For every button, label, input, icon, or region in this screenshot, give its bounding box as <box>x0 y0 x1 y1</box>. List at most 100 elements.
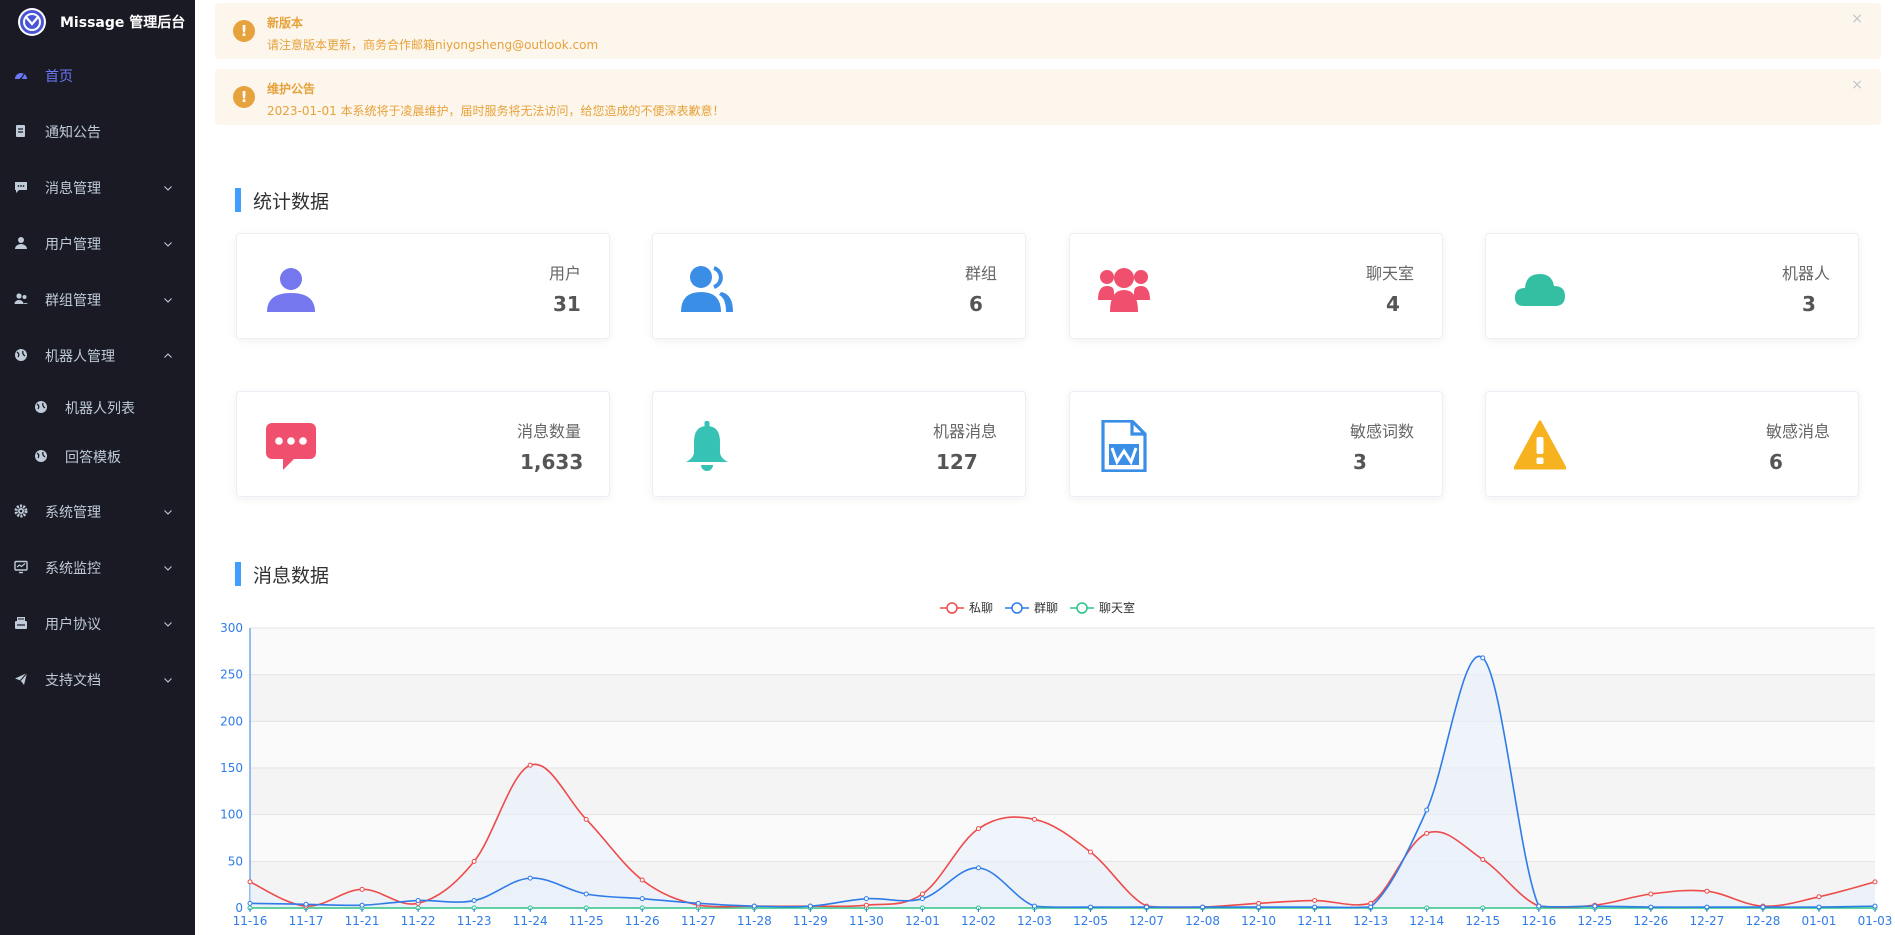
sidebar-item-label: 消息管理 <box>45 181 101 197</box>
legend-label[interactable]: 聊天室 <box>1099 600 1135 615</box>
agreement-icon <box>14 616 28 630</box>
stat-card[interactable]: 消息数量 1,633 <box>236 391 610 497</box>
chart-band <box>250 721 1875 768</box>
data-point[interactable] <box>639 896 645 902</box>
legend-label[interactable]: 私聊 <box>969 601 993 615</box>
sidebar-item-label: 机器人管理 <box>45 349 115 365</box>
data-point[interactable] <box>1424 830 1430 836</box>
data-point[interactable] <box>583 816 589 822</box>
cloud-icon <box>1514 262 1566 314</box>
user-icon <box>265 262 317 314</box>
sidebar-item-10[interactable]: 用户协议 <box>0 603 195 643</box>
data-point[interactable] <box>1031 903 1037 909</box>
data-point[interactable] <box>1872 879 1878 885</box>
data-point[interactable] <box>1312 898 1318 904</box>
brand[interactable]: Missage 管理后台 <box>18 7 185 37</box>
data-point[interactable] <box>639 877 645 883</box>
sidebar-item-11[interactable]: 支持文档 <box>0 659 195 699</box>
sidebar-item-1[interactable]: 通知公告 <box>0 111 195 151</box>
data-point[interactable] <box>1480 856 1486 862</box>
notice-icon <box>14 124 28 138</box>
data-point[interactable] <box>1648 891 1654 897</box>
sidebar-item-0[interactable]: 首页 <box>0 55 195 95</box>
data-point[interactable] <box>751 903 757 909</box>
data-point[interactable] <box>583 891 589 897</box>
close-icon[interactable]: × <box>1851 77 1863 93</box>
data-point[interactable] <box>471 858 477 864</box>
chevron-down-icon <box>163 293 173 303</box>
data-point[interactable] <box>1424 807 1430 813</box>
data-point[interactable] <box>1088 849 1094 855</box>
data-point[interactable] <box>247 879 253 885</box>
legend-marker[interactable] <box>1011 602 1023 614</box>
data-point[interactable] <box>1592 903 1598 909</box>
data-point[interactable] <box>527 875 533 881</box>
data-point[interactable] <box>1480 655 1486 661</box>
data-point[interactable] <box>415 898 421 904</box>
data-point[interactable] <box>919 896 925 902</box>
data-point[interactable] <box>303 901 309 907</box>
chevron-down-icon <box>163 181 173 191</box>
data-point[interactable] <box>527 762 533 768</box>
group-icon <box>14 292 28 306</box>
data-point[interactable] <box>471 898 477 904</box>
data-point[interactable] <box>807 903 813 909</box>
sidebar-item-6[interactable]: 机器人列表 <box>0 387 195 427</box>
globe-icon <box>14 348 28 362</box>
stat-card[interactable]: 群组 6 <box>652 233 1026 339</box>
sidebar-item-2[interactable]: 消息管理 <box>0 167 195 207</box>
gear-icon <box>14 504 28 518</box>
sidebar-item-4[interactable]: 群组管理 <box>0 279 195 319</box>
x-tick-label: 11-21 <box>345 914 380 928</box>
stat-card[interactable]: 敏感词数 3 <box>1069 391 1443 497</box>
sidebar-item-7[interactable]: 回答模板 <box>0 436 195 476</box>
sidebar-item-5[interactable]: 机器人管理 <box>0 335 195 375</box>
x-tick-label: 11-25 <box>569 914 604 928</box>
messages-section-title: 消息数据 <box>235 561 329 587</box>
stat-card[interactable]: 机器消息 127 <box>652 391 1026 497</box>
data-point[interactable] <box>359 902 365 908</box>
chevron-down-icon <box>163 237 173 247</box>
chart-band <box>250 674 1875 722</box>
y-tick-label: 50 <box>228 854 243 868</box>
sidebar-item-9[interactable]: 系统监控 <box>0 547 195 587</box>
data-point[interactable] <box>1704 888 1710 894</box>
stat-card[interactable]: 敏感消息 6 <box>1485 391 1859 497</box>
stat-label: 机器人 <box>1781 264 1830 283</box>
sidebar-item-label: 回答模板 <box>65 450 121 466</box>
stat-card[interactable]: 聊天室 4 <box>1069 233 1443 339</box>
sidebar-item-label: 群组管理 <box>45 293 101 309</box>
legend-marker[interactable] <box>946 602 958 614</box>
y-tick-label: 200 <box>220 714 243 728</box>
data-point[interactable] <box>863 902 869 908</box>
close-icon[interactable]: × <box>1851 11 1863 27</box>
stat-label: 敏感词数 <box>1349 422 1414 441</box>
data-point[interactable] <box>863 896 869 902</box>
data-point[interactable] <box>359 886 365 892</box>
chevron-down-icon <box>163 673 173 683</box>
x-tick-label: 12-15 <box>1465 914 1500 928</box>
sidebar: Missage 管理后台 首页通知公告消息管理用户管理群组管理机器人管理机器人列… <box>0 0 195 935</box>
data-point[interactable] <box>975 865 981 871</box>
legend-label[interactable]: 群聊 <box>1034 601 1058 615</box>
data-point[interactable] <box>1816 894 1822 900</box>
y-tick-label: 250 <box>220 668 243 682</box>
x-tick-label: 12-14 <box>1409 914 1444 928</box>
sidebar-item-3[interactable]: 用户管理 <box>0 223 195 263</box>
stat-card[interactable]: 机器人 3 <box>1485 233 1859 339</box>
data-point[interactable] <box>1872 903 1878 909</box>
sidebar-item-8[interactable]: 系统管理 <box>0 491 195 531</box>
alert-new-version: ! 新版本 请注意版本更新，商务合作邮箱niyongsheng@outlook.… <box>215 3 1881 59</box>
data-point[interactable] <box>1536 903 1542 909</box>
data-point[interactable] <box>1031 816 1037 822</box>
x-tick-label: 11-30 <box>849 914 884 928</box>
x-tick-label: 12-10 <box>1241 914 1276 928</box>
data-point[interactable] <box>695 900 701 906</box>
legend-marker[interactable] <box>1076 602 1088 614</box>
x-tick-label: 01-03 <box>1858 914 1893 928</box>
data-point[interactable] <box>919 891 925 897</box>
globe-icon <box>34 449 48 463</box>
data-point[interactable] <box>247 900 253 906</box>
stat-card[interactable]: 用户 31 <box>236 233 610 339</box>
data-point[interactable] <box>975 826 981 832</box>
